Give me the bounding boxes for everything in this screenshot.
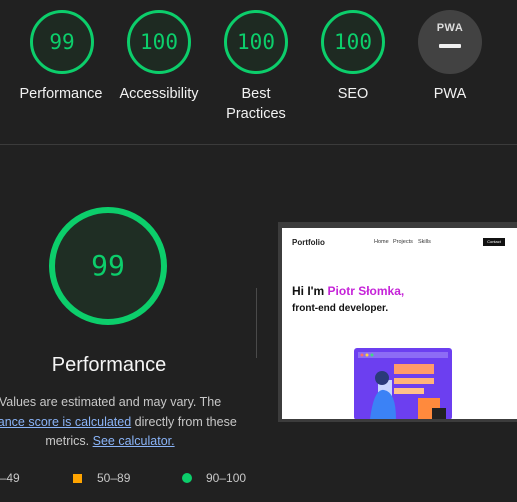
legend-average-range: 50–89 [97, 471, 131, 485]
gauge-best-practices[interactable]: 100 [224, 10, 288, 74]
gauge-label-seo: SEO [337, 86, 369, 102]
gauge-performance[interactable]: 99 [30, 10, 94, 74]
pwa-dash-icon [439, 44, 461, 48]
vertical-separator [256, 288, 257, 358]
note-text: directly from these [131, 415, 237, 429]
final-screenshot[interactable]: Portfolio Home Projects Skills Contact H… [278, 222, 517, 422]
gauge-label-performance: Performance [19, 86, 103, 102]
legend-pass: 90–100 [206, 471, 246, 485]
performance-note-line3: metrics. See calculator. [0, 431, 260, 451]
legend-fail: 0–49 [0, 471, 20, 485]
gauge-score: 100 [140, 30, 178, 54]
developer-illustration [354, 348, 452, 419]
legend-pass-range: 90–100 [206, 471, 247, 485]
gauge-label-pwa: PWA [433, 86, 467, 102]
performance-note-line2: rmance score is calculated directly from… [0, 412, 260, 432]
gauge-score: 99 [49, 30, 75, 54]
gauge-pwa[interactable]: PWA [418, 10, 482, 74]
pwa-badge-text: PWA [436, 22, 464, 34]
pass-circle-icon [182, 473, 192, 483]
average-square-icon [73, 474, 82, 483]
gauge-seo[interactable]: 100 [321, 10, 385, 74]
gauge-accessibility[interactable]: 100 [127, 10, 191, 74]
legend-average: 50–89 [97, 471, 130, 485]
performance-title: Performance [51, 354, 167, 376]
gauge-label-accessibility: Accessibility [119, 86, 199, 102]
see-calculator-link[interactable]: See calculator. [93, 434, 175, 448]
screenshot-page: Portfolio Home Projects Skills Contact H… [282, 228, 517, 419]
performance-score: 99 [91, 249, 125, 282]
legend-fail-range: 0–49 [0, 471, 20, 485]
section-divider [0, 144, 517, 145]
note-text: metrics. [45, 434, 93, 448]
gauge-label-best-practices: Best Practices [226, 86, 286, 122]
score-calculation-link[interactable]: rmance score is calculated [0, 415, 131, 429]
gauge-score: 100 [237, 30, 275, 54]
gauge-score: 100 [334, 30, 372, 54]
performance-note-line1: Values are estimated and may vary. The [0, 395, 222, 409]
